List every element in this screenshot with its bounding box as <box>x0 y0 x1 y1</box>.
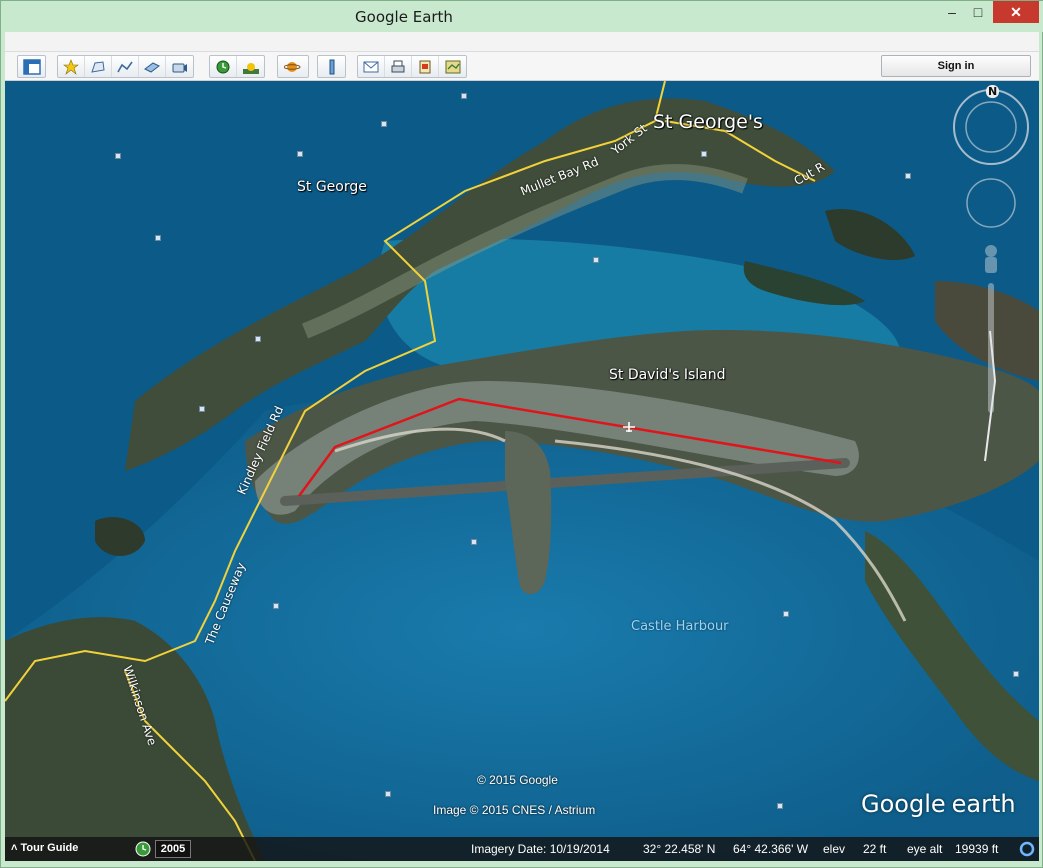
historical-clock-icon[interactable] <box>135 841 151 857</box>
add-polygon-button[interactable] <box>85 56 112 77</box>
view-in-maps-button[interactable] <box>439 56 466 77</box>
google-earth-logo: Google earth <box>861 785 1016 820</box>
move-joystick[interactable] <box>967 179 1015 227</box>
print-button[interactable] <box>385 56 412 77</box>
place-label-st-davids-island[interactable]: St David's Island <box>609 367 726 383</box>
menu-bar <box>5 32 1039 52</box>
planets-button[interactable] <box>278 56 308 77</box>
share-tools-group <box>357 55 467 78</box>
maximize-button[interactable]: □ <box>967 1 989 23</box>
sun-icon <box>242 62 259 74</box>
planets-group <box>277 55 309 78</box>
sidebar-icon <box>22 58 41 75</box>
placemark-pin[interactable] <box>783 611 789 617</box>
ruler-button[interactable] <box>318 56 345 77</box>
window-title: Google Earth <box>355 8 453 26</box>
save-image-icon <box>419 60 431 73</box>
email-button[interactable] <box>358 56 385 77</box>
printer-icon <box>391 60 405 72</box>
envelope-icon <box>363 61 379 72</box>
minimize-button[interactable]: – <box>941 1 963 23</box>
planet-icon <box>284 61 301 72</box>
sidebar-toggle-group <box>17 55 46 78</box>
placemark-tools-group <box>57 55 194 78</box>
placemark-pin[interactable] <box>385 791 391 797</box>
look-joystick[interactable] <box>953 89 1029 165</box>
tour-guide-label: Tour Guide <box>20 842 79 854</box>
placemark-pin[interactable] <box>701 151 707 157</box>
placemark-pin[interactable] <box>115 153 121 159</box>
sign-in-button[interactable]: Sign in <box>881 55 1031 77</box>
placemark-pin[interactable] <box>255 336 261 342</box>
airport-icon <box>623 422 635 432</box>
sidebar-toggle-button[interactable] <box>18 56 45 77</box>
placemark-pin[interactable] <box>777 803 783 809</box>
placemark-pin[interactable] <box>155 235 161 241</box>
elevation-label: elev <box>823 842 846 856</box>
placemark-pin[interactable] <box>471 539 477 545</box>
water-label-castle-harbour: Castle Harbour <box>631 619 729 634</box>
imagery-date: Imagery Date: 10/19/2014 <box>471 842 610 856</box>
add-placemark-button[interactable] <box>58 56 85 77</box>
measured-path[interactable] <box>5 81 1039 861</box>
zoom-slider[interactable] <box>985 283 997 413</box>
google-copyright: © 2015 Google <box>477 773 558 787</box>
toolbar: Sign in <box>5 52 1039 81</box>
add-path-button[interactable] <box>112 56 139 77</box>
place-label-st-georges[interactable]: St George's <box>653 111 763 133</box>
streaming-progress-icon <box>1019 841 1035 857</box>
historical-imagery-button[interactable] <box>210 56 237 77</box>
placemark-pin[interactable] <box>593 257 599 263</box>
navigation-controls: N <box>951 85 1031 427</box>
placemark-pin[interactable] <box>199 406 205 412</box>
latitude-readout: 32° 22.458' N <box>643 842 716 856</box>
close-button[interactable]: ✕ <box>993 1 1039 23</box>
path-icon <box>117 61 133 72</box>
elevation-value: 22 ft <box>863 842 887 856</box>
ruler-group <box>317 55 346 78</box>
polygon-icon <box>91 60 105 73</box>
ruler-icon <box>329 59 334 74</box>
imagery-copyright: Image © 2015 CNES / Astrium <box>433 803 596 817</box>
earth-view[interactable]: St George's St George St David's Island … <box>5 81 1039 861</box>
eye-altitude-label: eye alt <box>907 842 943 856</box>
longitude-readout: 64° 42.366' W <box>733 842 809 856</box>
add-image-overlay-button[interactable] <box>139 56 166 77</box>
placemark-pin[interactable] <box>381 121 387 127</box>
clock-history-icon <box>216 60 230 73</box>
placemark-pin[interactable] <box>297 151 303 157</box>
logo-google-text: Google <box>861 790 946 818</box>
logo-earth-text: earth <box>951 790 1016 818</box>
title-bar: Google Earth – □ ✕ <box>1 1 1043 32</box>
save-image-button[interactable] <box>412 56 439 77</box>
image-overlay-icon <box>144 61 160 73</box>
year-badge[interactable]: 2005 <box>155 840 191 858</box>
record-tour-button[interactable] <box>166 56 193 77</box>
status-bar: ˄ Tour Guide 2005 Imagery Date: 10/19/20… <box>5 837 1039 861</box>
eye-altitude-value: 19939 ft <box>955 842 999 856</box>
camera-icon <box>172 63 187 72</box>
placemark-pin[interactable] <box>1013 671 1019 677</box>
google-earth-window: Google Earth – □ ✕ Sign in St George's S… <box>0 0 1043 868</box>
tour-guide-button[interactable]: ˄ Tour Guide <box>11 842 78 854</box>
map-icon <box>445 60 460 73</box>
imagery-tools-group <box>209 55 265 78</box>
placemark-pin[interactable] <box>273 603 279 609</box>
pushpin-icon <box>63 58 79 75</box>
placemark-pin[interactable] <box>461 93 467 99</box>
placemark-pin[interactable] <box>905 173 911 179</box>
street-view-pegman-icon[interactable] <box>981 243 1001 275</box>
place-label-st-george[interactable]: St George <box>297 179 367 195</box>
sunlight-button[interactable] <box>237 56 264 77</box>
